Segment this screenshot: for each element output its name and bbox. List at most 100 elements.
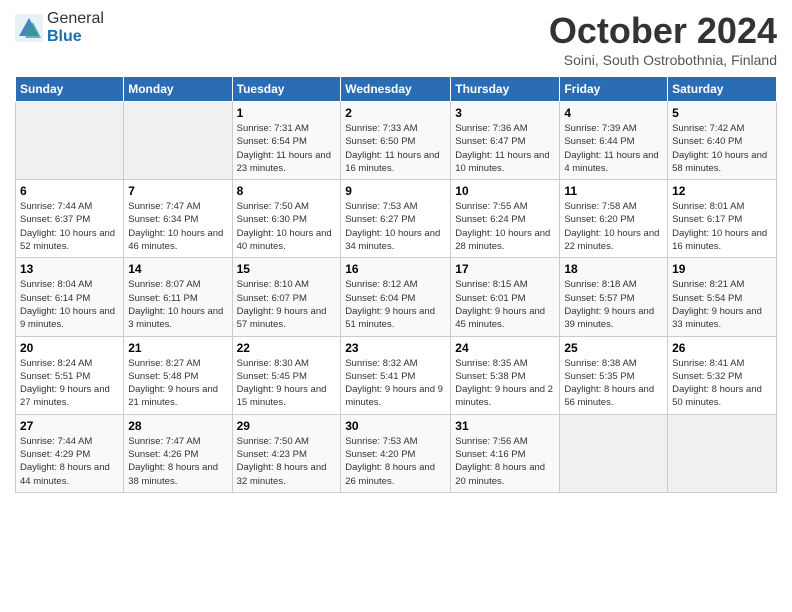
calendar-cell: 16 Sunrise: 8:12 AM Sunset: 6:04 PM Dayli… — [341, 258, 451, 336]
calendar-cell: 17 Sunrise: 8:15 AM Sunset: 6:01 PM Dayli… — [451, 258, 560, 336]
calendar-cell: 18Sunrise: 8:18 AM Sunset: 5:57 PM Dayli… — [560, 258, 668, 336]
logo-general: General — [47, 10, 104, 27]
calendar-cell: 14Sunrise: 8:07 AM Sunset: 6:11 PM Dayli… — [124, 258, 232, 336]
cell-details: Sunrise: 7:50 AM Sunset: 4:23 PM Dayligh… — [237, 435, 337, 488]
week-row-4: 20Sunrise: 8:24 AM Sunset: 5:51 PM Dayli… — [16, 336, 777, 414]
cell-details: Sunrise: 7:50 AM Sunset: 6:30 PM Dayligh… — [237, 200, 337, 253]
cell-details: Sunrise: 8:32 AM Sunset: 5:41 PM Dayligh… — [345, 357, 446, 410]
cell-details: Sunrise: 7:53 AM Sunset: 6:27 PM Dayligh… — [345, 200, 446, 253]
day-number: 23 — [345, 341, 446, 355]
cell-details: Sunrise: 8:10 AM Sunset: 6:07 PM Dayligh… — [237, 278, 337, 331]
cell-details: Sunrise: 7:44 AM Sunset: 6:37 PM Dayligh… — [20, 200, 119, 253]
calendar-table: SundayMondayTuesdayWednesdayThursdayFrid… — [15, 76, 777, 493]
calendar-cell: 22 Sunrise: 8:30 AM Sunset: 5:45 PM Dayli… — [232, 336, 341, 414]
day-number: 15 — [237, 262, 337, 276]
day-number: 7 — [128, 184, 227, 198]
title-block: October 2024 Soini, South Ostrobothnia, … — [549, 10, 777, 68]
day-number: 25 — [564, 341, 663, 355]
cell-details: Sunrise: 7:33 AM Sunset: 6:50 PM Dayligh… — [345, 122, 446, 175]
cell-details: Sunrise: 7:53 AM Sunset: 4:20 PM Dayligh… — [345, 435, 446, 488]
cell-details: Sunrise: 8:12 AM Sunset: 6:04 PM Dayligh… — [345, 278, 446, 331]
day-number: 13 — [20, 262, 119, 276]
calendar-cell: 28 Sunrise: 7:47 AM Sunset: 4:26 PM Dayli… — [124, 414, 232, 492]
day-number: 27 — [20, 419, 119, 433]
cell-details: Sunrise: 7:47 AM Sunset: 4:26 PM Dayligh… — [128, 435, 227, 488]
day-number: 31 — [455, 419, 555, 433]
day-number: 28 — [128, 419, 227, 433]
calendar-cell — [560, 414, 668, 492]
calendar-cell: 3 Sunrise: 7:36 AM Sunset: 6:47 PM Daylig… — [451, 102, 560, 180]
day-number: 22 — [237, 341, 337, 355]
day-number: 19 — [672, 262, 772, 276]
calendar-cell: 30 Sunrise: 7:53 AM Sunset: 4:20 PM Dayli… — [341, 414, 451, 492]
cell-details: Sunrise: 8:24 AM Sunset: 5:51 PM Dayligh… — [20, 357, 119, 410]
day-number: 10 — [455, 184, 555, 198]
calendar-cell: 10Sunrise: 7:55 AM Sunset: 6:24 PM Dayli… — [451, 180, 560, 258]
cell-details: Sunrise: 8:07 AM Sunset: 6:11 PM Dayligh… — [128, 278, 227, 331]
cell-details: Sunrise: 8:04 AM Sunset: 6:14 PM Dayligh… — [20, 278, 119, 331]
cell-details: Sunrise: 7:42 AM Sunset: 6:40 PM Dayligh… — [672, 122, 772, 175]
cell-details: Sunrise: 7:31 AM Sunset: 6:54 PM Dayligh… — [237, 122, 337, 175]
week-row-1: 1Sunrise: 7:31 AM Sunset: 6:54 PM Daylig… — [16, 102, 777, 180]
day-number: 26 — [672, 341, 772, 355]
cell-details: Sunrise: 8:30 AM Sunset: 5:45 PM Dayligh… — [237, 357, 337, 410]
calendar-cell: 21 Sunrise: 8:27 AM Sunset: 5:48 PM Dayli… — [124, 336, 232, 414]
calendar-cell: 26 Sunrise: 8:41 AM Sunset: 5:32 PM Dayli… — [668, 336, 777, 414]
calendar-cell — [124, 102, 232, 180]
location: Soini, South Ostrobothnia, Finland — [549, 52, 777, 68]
calendar-cell: 20Sunrise: 8:24 AM Sunset: 5:51 PM Dayli… — [16, 336, 124, 414]
day-number: 4 — [564, 106, 663, 120]
calendar-cell: 8 Sunrise: 7:50 AM Sunset: 6:30 PM Daylig… — [232, 180, 341, 258]
day-number: 2 — [345, 106, 446, 120]
day-number: 30 — [345, 419, 446, 433]
month-title: October 2024 — [549, 10, 777, 52]
calendar-cell: 7 Sunrise: 7:47 AM Sunset: 6:34 PM Daylig… — [124, 180, 232, 258]
calendar-cell: 19 Sunrise: 8:21 AM Sunset: 5:54 PM Dayli… — [668, 258, 777, 336]
cell-details: Sunrise: 7:39 AM Sunset: 6:44 PM Dayligh… — [564, 122, 663, 175]
calendar-cell: 24 Sunrise: 8:35 AM Sunset: 5:38 PM Dayli… — [451, 336, 560, 414]
cell-details: Sunrise: 8:15 AM Sunset: 6:01 PM Dayligh… — [455, 278, 555, 331]
calendar-cell: 2 Sunrise: 7:33 AM Sunset: 6:50 PM Daylig… — [341, 102, 451, 180]
week-row-3: 13 Sunrise: 8:04 AM Sunset: 6:14 PM Dayli… — [16, 258, 777, 336]
day-number: 29 — [237, 419, 337, 433]
day-number: 12 — [672, 184, 772, 198]
logo-blue: Blue — [47, 28, 82, 45]
day-header-saturday: Saturday — [668, 77, 777, 102]
day-number: 24 — [455, 341, 555, 355]
day-header-tuesday: Tuesday — [232, 77, 341, 102]
calendar-cell — [668, 414, 777, 492]
day-number: 17 — [455, 262, 555, 276]
day-number: 21 — [128, 341, 227, 355]
day-number: 8 — [237, 184, 337, 198]
cell-details: Sunrise: 7:36 AM Sunset: 6:47 PM Dayligh… — [455, 122, 555, 175]
header-row: SundayMondayTuesdayWednesdayThursdayFrid… — [16, 77, 777, 102]
calendar-cell: 12Sunrise: 8:01 AM Sunset: 6:17 PM Dayli… — [668, 180, 777, 258]
day-number: 11 — [564, 184, 663, 198]
calendar-cell: 5Sunrise: 7:42 AM Sunset: 6:40 PM Daylig… — [668, 102, 777, 180]
day-header-sunday: Sunday — [16, 77, 124, 102]
cell-details: Sunrise: 7:47 AM Sunset: 6:34 PM Dayligh… — [128, 200, 227, 253]
cell-details: Sunrise: 8:18 AM Sunset: 5:57 PM Dayligh… — [564, 278, 663, 331]
calendar-cell: 6 Sunrise: 7:44 AM Sunset: 6:37 PM Daylig… — [16, 180, 124, 258]
day-header-friday: Friday — [560, 77, 668, 102]
week-row-2: 6 Sunrise: 7:44 AM Sunset: 6:37 PM Daylig… — [16, 180, 777, 258]
calendar-cell: 29 Sunrise: 7:50 AM Sunset: 4:23 PM Dayli… — [232, 414, 341, 492]
calendar-cell: 13 Sunrise: 8:04 AM Sunset: 6:14 PM Dayli… — [16, 258, 124, 336]
calendar-cell: 1Sunrise: 7:31 AM Sunset: 6:54 PM Daylig… — [232, 102, 341, 180]
logo: General Blue — [15, 10, 104, 46]
calendar-cell: 15 Sunrise: 8:10 AM Sunset: 6:07 PM Dayli… — [232, 258, 341, 336]
logo-icon — [15, 14, 43, 42]
day-number: 16 — [345, 262, 446, 276]
cell-details: Sunrise: 8:21 AM Sunset: 5:54 PM Dayligh… — [672, 278, 772, 331]
page-header: General Blue October 2024 Soini, South O… — [15, 10, 777, 68]
cell-details: Sunrise: 7:56 AM Sunset: 4:16 PM Dayligh… — [455, 435, 555, 488]
calendar-cell: 25Sunrise: 8:38 AM Sunset: 5:35 PM Dayli… — [560, 336, 668, 414]
cell-details: Sunrise: 8:35 AM Sunset: 5:38 PM Dayligh… — [455, 357, 555, 410]
day-number: 3 — [455, 106, 555, 120]
cell-details: Sunrise: 7:44 AM Sunset: 4:29 PM Dayligh… — [20, 435, 119, 488]
calendar-cell: 9Sunrise: 7:53 AM Sunset: 6:27 PM Daylig… — [341, 180, 451, 258]
day-number: 6 — [20, 184, 119, 198]
day-header-wednesday: Wednesday — [341, 77, 451, 102]
cell-details: Sunrise: 8:41 AM Sunset: 5:32 PM Dayligh… — [672, 357, 772, 410]
cell-details: Sunrise: 8:27 AM Sunset: 5:48 PM Dayligh… — [128, 357, 227, 410]
